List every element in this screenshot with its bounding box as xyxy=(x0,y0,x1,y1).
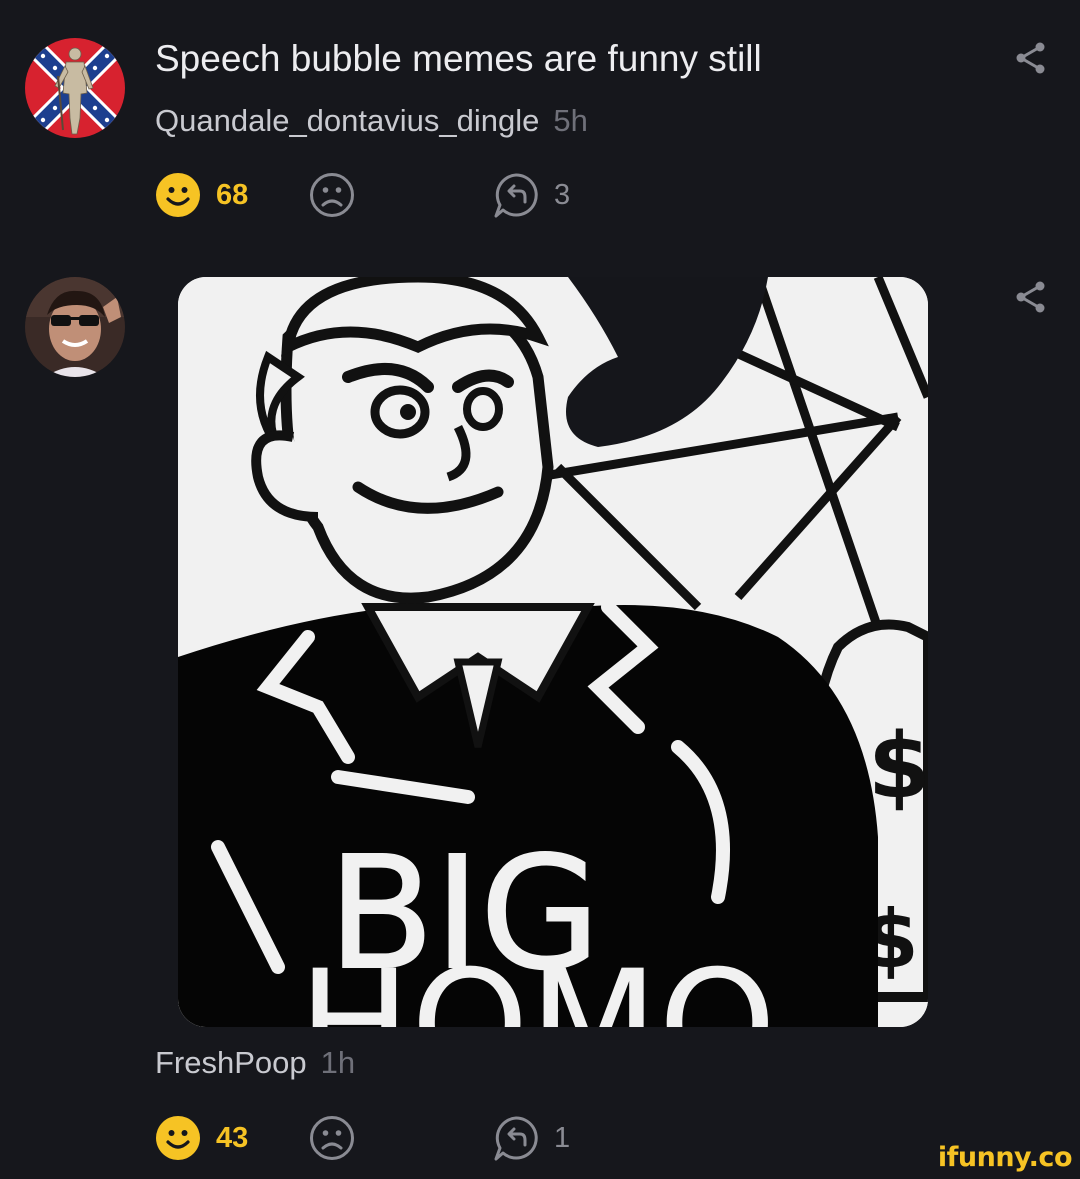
share-button[interactable] xyxy=(1012,279,1048,315)
partial-caption: HOMO xyxy=(298,939,776,1027)
reply-button[interactable]: 1 xyxy=(493,1114,570,1162)
smile-button[interactable]: 43 xyxy=(155,1114,248,1162)
comment-2: $ $ BIG HOMO FreshPoop 1h 43 1 xyxy=(0,0,1080,1179)
comment-image-attachment[interactable]: $ $ BIG HOMO xyxy=(178,277,928,1027)
smile-count: 43 xyxy=(216,1121,249,1154)
sunglasses-man-avatar-icon xyxy=(25,277,125,377)
comic-character-image: $ $ BIG HOMO xyxy=(178,277,928,1027)
share-icon xyxy=(1016,281,1045,313)
comment-actions: 43 1 xyxy=(155,1114,755,1162)
ifunny-watermark: ifunny.co xyxy=(937,1142,1073,1173)
reply-count: 1 xyxy=(554,1121,571,1154)
unsmile-button[interactable] xyxy=(309,1114,355,1162)
timestamp: 1h xyxy=(320,1045,356,1080)
frown-icon xyxy=(310,1116,354,1160)
svg-text:$: $ xyxy=(868,714,928,819)
user-avatar[interactable] xyxy=(25,277,125,377)
reply-icon xyxy=(494,1116,538,1161)
username[interactable]: FreshPoop xyxy=(155,1045,307,1080)
comment-meta: FreshPoop 1h xyxy=(155,1045,355,1081)
smile-icon xyxy=(156,1116,200,1160)
